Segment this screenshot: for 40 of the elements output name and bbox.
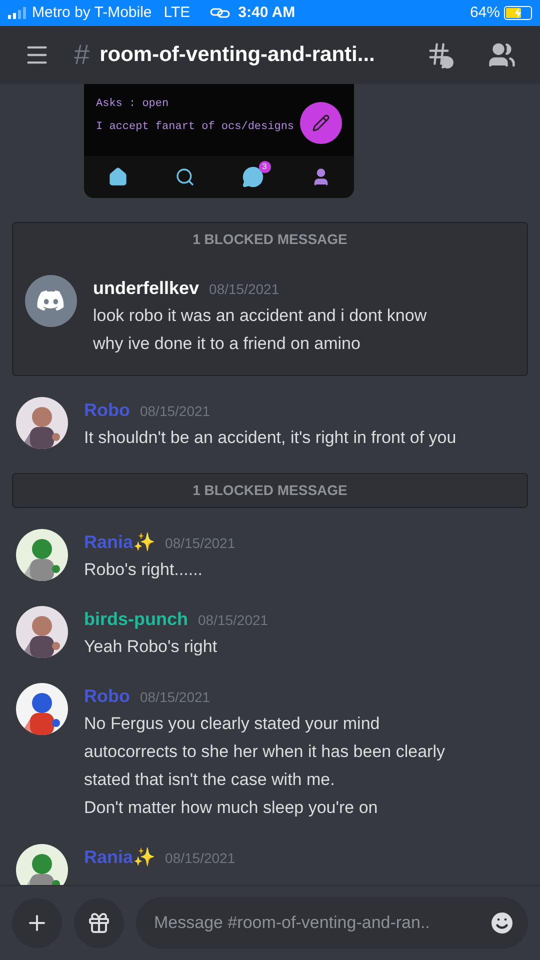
hash-symbol: # (74, 38, 90, 72)
timestamp: 08/15/2021 (198, 611, 268, 630)
message-text: Robo's right...... (84, 559, 204, 581)
battery-icon (504, 6, 532, 20)
chat-icon[interactable] (242, 166, 264, 188)
default-avatar-icon (25, 275, 77, 327)
threads-icon[interactable] (426, 41, 454, 69)
gift-icon (87, 911, 111, 935)
add-button[interactable] (12, 898, 62, 948)
home-icon[interactable] (108, 167, 128, 187)
timestamp: 08/15/2021 (140, 688, 210, 707)
link-icon (210, 8, 230, 18)
message-text: No Fergus you clearly stated your mind autocorrects to she her when it has been clearly stated that isn't the case with me. Don't matter how much sleep you're on (84, 713, 445, 819)
network-text: LTE (164, 2, 190, 23)
carrier-text: Metro by T-Mobile (32, 2, 152, 23)
profile-text: Asks : open (96, 97, 169, 112)
author-name[interactable]: birds-punch (84, 606, 188, 633)
message-text: look robo it was an accident and i dont know why ive done it to a friend on amino (93, 305, 427, 355)
message-input[interactable]: Message #room-of-venting-and-ran.. (136, 897, 528, 949)
blocked-message-group[interactable]: 1 BLOCKED MESSAGE (12, 473, 528, 508)
clock-text: 3:40 AM (238, 2, 296, 23)
message-text: Yeah Robo's right (84, 636, 218, 658)
blocked-label: 1 BLOCKED MESSAGE (192, 230, 348, 249)
blocked-message-group[interactable]: 1 BLOCKED MESSAGE underfellkev 08/15/2021 look robo it was an accident and i dont know why ive done it to a friend on amino (12, 222, 528, 376)
timestamp: 08/15/2021 (209, 280, 280, 299)
signal-icon (8, 7, 28, 19)
members-icon[interactable] (488, 41, 516, 69)
edit-button[interactable] (300, 102, 342, 144)
channel-title: room-of-venting-and-ranti... (100, 42, 375, 68)
timestamp: 08/15/2021 (140, 402, 210, 421)
gift-button[interactable] (74, 898, 124, 948)
search-icon[interactable] (174, 167, 194, 187)
timestamp: 08/15/2021 (165, 849, 236, 868)
timestamp: 08/15/2021 (165, 534, 236, 553)
battery-text: 64% (470, 2, 500, 23)
message-text: It shouldn't be an accident, it's right in front of you (84, 427, 456, 449)
notification-badge: 3 (258, 161, 270, 173)
pencil-icon (312, 114, 330, 132)
author-name[interactable]: underfellkev (93, 275, 200, 302)
profile-text: I accept fanart of ocs/designs (96, 120, 294, 134)
